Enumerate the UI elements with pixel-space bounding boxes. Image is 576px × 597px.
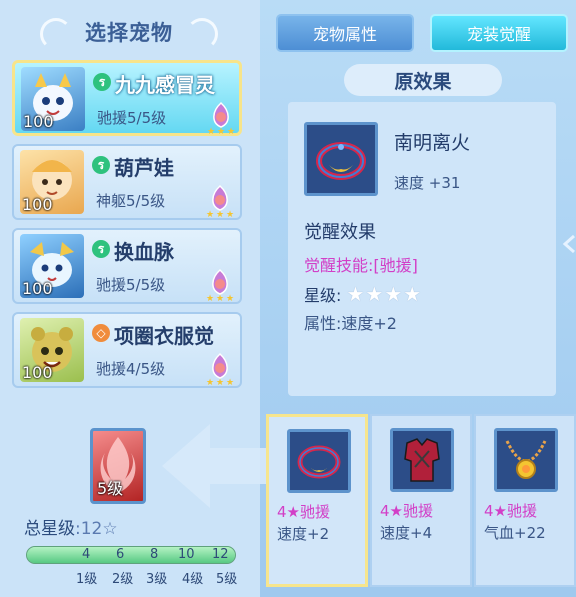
svg-text:★: ★ <box>216 210 224 218</box>
equipment-stat: 气血+22 <box>484 524 546 542</box>
pet-avatar: 100 <box>20 234 84 298</box>
ring-icon <box>316 142 366 180</box>
progress-level-label: 4级 <box>182 572 204 587</box>
chevron-left-icon[interactable] <box>562 234 576 254</box>
total-star-value: :12☆ <box>75 519 118 539</box>
svg-text:★: ★ <box>216 378 224 386</box>
equipment-slot[interactable]: 4★驰援 速度+2 <box>266 414 368 587</box>
equipment-slot[interactable]: 4★驰援 速度+4 <box>370 414 472 587</box>
equipment-icon-box <box>287 429 351 493</box>
equipment-slot[interactable]: 4★驰援 气血+22 <box>474 414 576 587</box>
pet-type-badge-icon: ◇ <box>92 324 110 342</box>
svg-text:★: ★ <box>207 127 215 135</box>
tab-equipment-awaken[interactable]: 宠装觉醒 <box>430 14 568 52</box>
awaken-skill: 觉醒技能:[驰援] <box>304 256 418 275</box>
pet-name: 葫芦娃 <box>114 156 174 180</box>
star-progress-bar <box>26 546 236 564</box>
total-star: 总星级:12☆ <box>24 514 118 539</box>
progress-level-label: 1级 <box>76 572 98 587</box>
item-icon-box[interactable] <box>304 122 378 196</box>
awaken-stars: ★★★★ <box>346 282 423 306</box>
svg-text:★: ★ <box>206 210 214 218</box>
tab-equipment-awaken-label: 宠装觉醒 <box>466 25 531 44</box>
equipment-requirement: 4★驰援 <box>277 503 330 521</box>
progress-tick: 6 <box>116 547 125 562</box>
tab-pet-attributes[interactable]: 宠物属性 <box>276 14 414 52</box>
awaken-star-row: 星级: ★★★★ <box>304 282 422 306</box>
pet-star-egg-icon: ★ ★ ★ <box>206 352 234 386</box>
equipment-requirement: 4★驰援 <box>380 502 433 520</box>
pet-name: 九九感冒灵 <box>115 73 215 97</box>
pet-level-number: 100 <box>22 363 53 382</box>
pet-name: 项圈衣服觉 <box>114 324 214 348</box>
pet-list[interactable]: 100 ร 九九感冒灵 驰援5/5级 ★ ★ ★ 100 ร 葫芦娃 神躯5/5级 <box>12 58 248 400</box>
pet-star-egg-icon: ★ ★ ★ <box>206 184 234 218</box>
pet-type-badge-icon: ร <box>92 240 110 258</box>
pet-level-number: 100 <box>23 112 54 131</box>
ring-icon <box>297 445 341 479</box>
progress-tick: 10 <box>178 547 195 562</box>
pet-level-number: 100 <box>22 279 53 298</box>
pet-type-badge-icon: ร <box>92 156 110 174</box>
original-effect-title-text: 原效果 <box>394 70 452 93</box>
pet-skill-level: 神躯5/5级 <box>96 192 166 210</box>
pet-name: 换血脉 <box>114 240 174 264</box>
svg-text:★: ★ <box>226 378 234 386</box>
item-base-stat: 速度 +31 <box>394 174 461 192</box>
skill-icon-box[interactable]: 5级 <box>90 428 146 504</box>
direction-arrow-icon <box>162 424 270 508</box>
necklace-icon <box>505 440 547 479</box>
pet-card-huanxuemai[interactable]: 100 ร 换血脉 驰援5/5级 ★ ★ ★ <box>12 228 242 304</box>
progress-tick: 8 <box>150 547 159 562</box>
armor-icon <box>404 438 440 482</box>
equipment-requirement: 4★驰援 <box>484 502 537 520</box>
pet-avatar: 100 <box>20 150 84 214</box>
pet-select-title-text: 选择宠物 <box>85 21 173 45</box>
progress-level-label: 5级 <box>216 572 238 587</box>
svg-text:★: ★ <box>206 378 214 386</box>
svg-text:★: ★ <box>216 294 224 302</box>
svg-text:★: ★ <box>206 294 214 302</box>
pet-star-egg-icon: ★ ★ ★ <box>207 101 235 135</box>
progress-tick: 12 <box>212 547 229 562</box>
svg-text:★: ★ <box>226 294 234 302</box>
progress-tick: 4 <box>82 547 91 562</box>
decor-curl-left <box>40 18 72 50</box>
pet-star-egg-icon: ★ ★ ★ <box>206 268 234 302</box>
awaken-star-label: 星级: <box>304 286 342 305</box>
pet-avatar: 100 <box>20 318 84 382</box>
pet-select-title: 选择宠物 <box>40 12 218 52</box>
pet-skill-level: 驰援5/5级 <box>96 276 166 294</box>
equipment-row: 4★驰援 速度+2 4★驰援 速度+4 4★驰援 气血+22 <box>266 414 576 597</box>
svg-text:★: ★ <box>226 210 234 218</box>
pet-skill-level: 驰援5/5级 <box>97 109 167 127</box>
svg-text:★: ★ <box>217 127 225 135</box>
skill-level-label: 5级 <box>97 479 124 498</box>
original-effect-title: 原效果 <box>344 64 502 96</box>
pet-avatar: 100 <box>21 67 85 131</box>
total-star-label: 总星级 <box>24 519 75 539</box>
equipment-icon-box <box>390 428 454 492</box>
pet-card-jiujiuganmaoling[interactable]: 100 ร 九九感冒灵 驰援5/5级 ★ ★ ★ <box>12 60 242 136</box>
star-progress-fill <box>27 547 235 563</box>
pet-card-xiangquanyifujue[interactable]: 100 ◇ 项圈衣服觉 驰援4/5级 ★ ★ ★ <box>12 312 242 388</box>
pet-type-badge-icon: ร <box>93 73 111 91</box>
awaken-effect-title: 觉醒效果 <box>304 222 376 243</box>
item-name: 南明离火 <box>394 132 471 154</box>
awaken-attribute: 属性:速度+2 <box>304 314 397 333</box>
equipment-stat: 速度+4 <box>380 524 433 542</box>
tab-pet-attributes-label: 宠物属性 <box>312 25 377 44</box>
equipment-icon-box <box>494 428 558 492</box>
decor-curl-right <box>186 18 218 50</box>
pet-card-huluwa[interactable]: 100 ร 葫芦娃 神躯5/5级 ★ ★ ★ <box>12 144 242 220</box>
svg-text:★: ★ <box>227 127 235 135</box>
progress-level-label: 3级 <box>146 572 168 587</box>
progress-level-label: 2级 <box>112 572 134 587</box>
pet-level-number: 100 <box>22 195 53 214</box>
pet-skill-level: 驰援4/5级 <box>96 360 166 378</box>
equipment-stat: 速度+2 <box>277 525 330 543</box>
